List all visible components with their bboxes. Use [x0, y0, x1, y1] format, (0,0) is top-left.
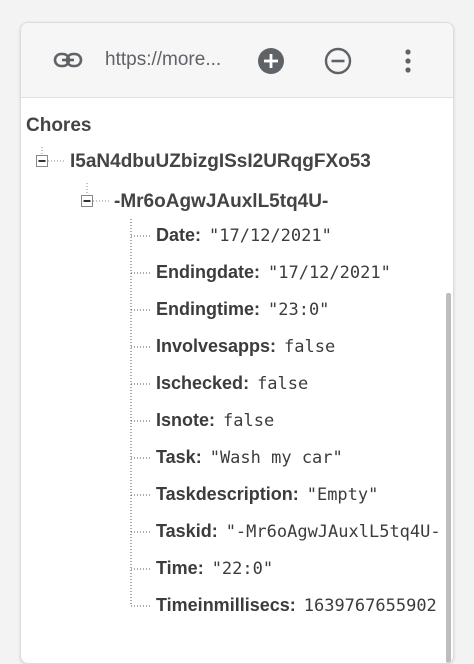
tree-leaf-date[interactable]: Date: "17/12/2021" — [156, 225, 332, 246]
leaf-key: Ischecked — [156, 373, 244, 393]
leaf-key: Time — [156, 558, 198, 578]
leaf-value: false — [257, 374, 309, 394]
leaf-value: 1639767655902 — [303, 596, 437, 616]
tree-root-label[interactable]: Chores — [26, 115, 91, 137]
tree-leaf-isnote[interactable]: Isnote: false — [156, 410, 274, 431]
leaf-key: Endingtime — [156, 299, 254, 319]
leaf-key: Isnote — [156, 410, 210, 430]
leaf-key: Date — [156, 225, 196, 245]
leaf-key: Task — [156, 447, 196, 467]
collapse-toggle-icon[interactable] — [81, 195, 93, 207]
leaf-value: "17/12/2021" — [268, 263, 391, 283]
tree-leaf-time[interactable]: Time: "22:0" — [156, 558, 273, 579]
tree-leaf-endingdate[interactable]: Endingdate: "17/12/2021" — [156, 262, 391, 283]
leaf-value: "22:0" — [211, 559, 274, 579]
tree-leaf-endingtime[interactable]: Endingtime: "23:0" — [156, 299, 329, 320]
database-viewer-card: https://more... Chores I5aN4dbuUZbizgISs… — [20, 22, 454, 664]
tree-leaf-ischecked[interactable]: Ischecked: false — [156, 373, 308, 394]
tree-leaf-task[interactable]: Task: "Wash my car" — [156, 447, 343, 468]
leaf-key: Involvesapps — [156, 336, 271, 356]
leaf-key: Timeinmillisecs — [156, 595, 290, 615]
tree-leaf-involvesapps[interactable]: Involvesapps: false — [156, 336, 335, 357]
leaf-value: "Empty" — [306, 485, 379, 505]
leaf-value: "17/12/2021" — [209, 226, 332, 246]
leaf-value: false — [284, 337, 336, 357]
tree-node-chore-key[interactable]: -Mr6oAgwJAuxlL5tq4U- — [114, 191, 328, 213]
collapse-toggle-icon[interactable] — [36, 155, 48, 167]
leaf-key: Endingdate — [156, 262, 254, 282]
leaf-key: Taskdescription — [156, 484, 293, 504]
tree-leaf-taskdescription[interactable]: Taskdescription: "Empty" — [156, 484, 378, 505]
tree-node-user-key[interactable]: I5aN4dbuUZbizgISsI2URqgFXo53 — [70, 151, 371, 173]
leaf-value: "Wash my car" — [209, 448, 343, 468]
leaf-key: Taskid — [156, 521, 212, 541]
vertical-scrollbar[interactable] — [446, 293, 451, 663]
tree-leaf-timeinmillisecs[interactable]: Timeinmillisecs: 1639767655902 — [156, 595, 437, 616]
tree-leaf-taskid[interactable]: Taskid: "-Mr6oAgwJAuxlL5tq4U- — [156, 521, 441, 542]
leaf-value: false — [223, 411, 275, 431]
leaf-connectors — [131, 235, 152, 607]
leaf-value: "-Mr6oAgwJAuxlL5tq4U- — [225, 522, 441, 542]
leaf-value: "23:0" — [268, 300, 330, 320]
